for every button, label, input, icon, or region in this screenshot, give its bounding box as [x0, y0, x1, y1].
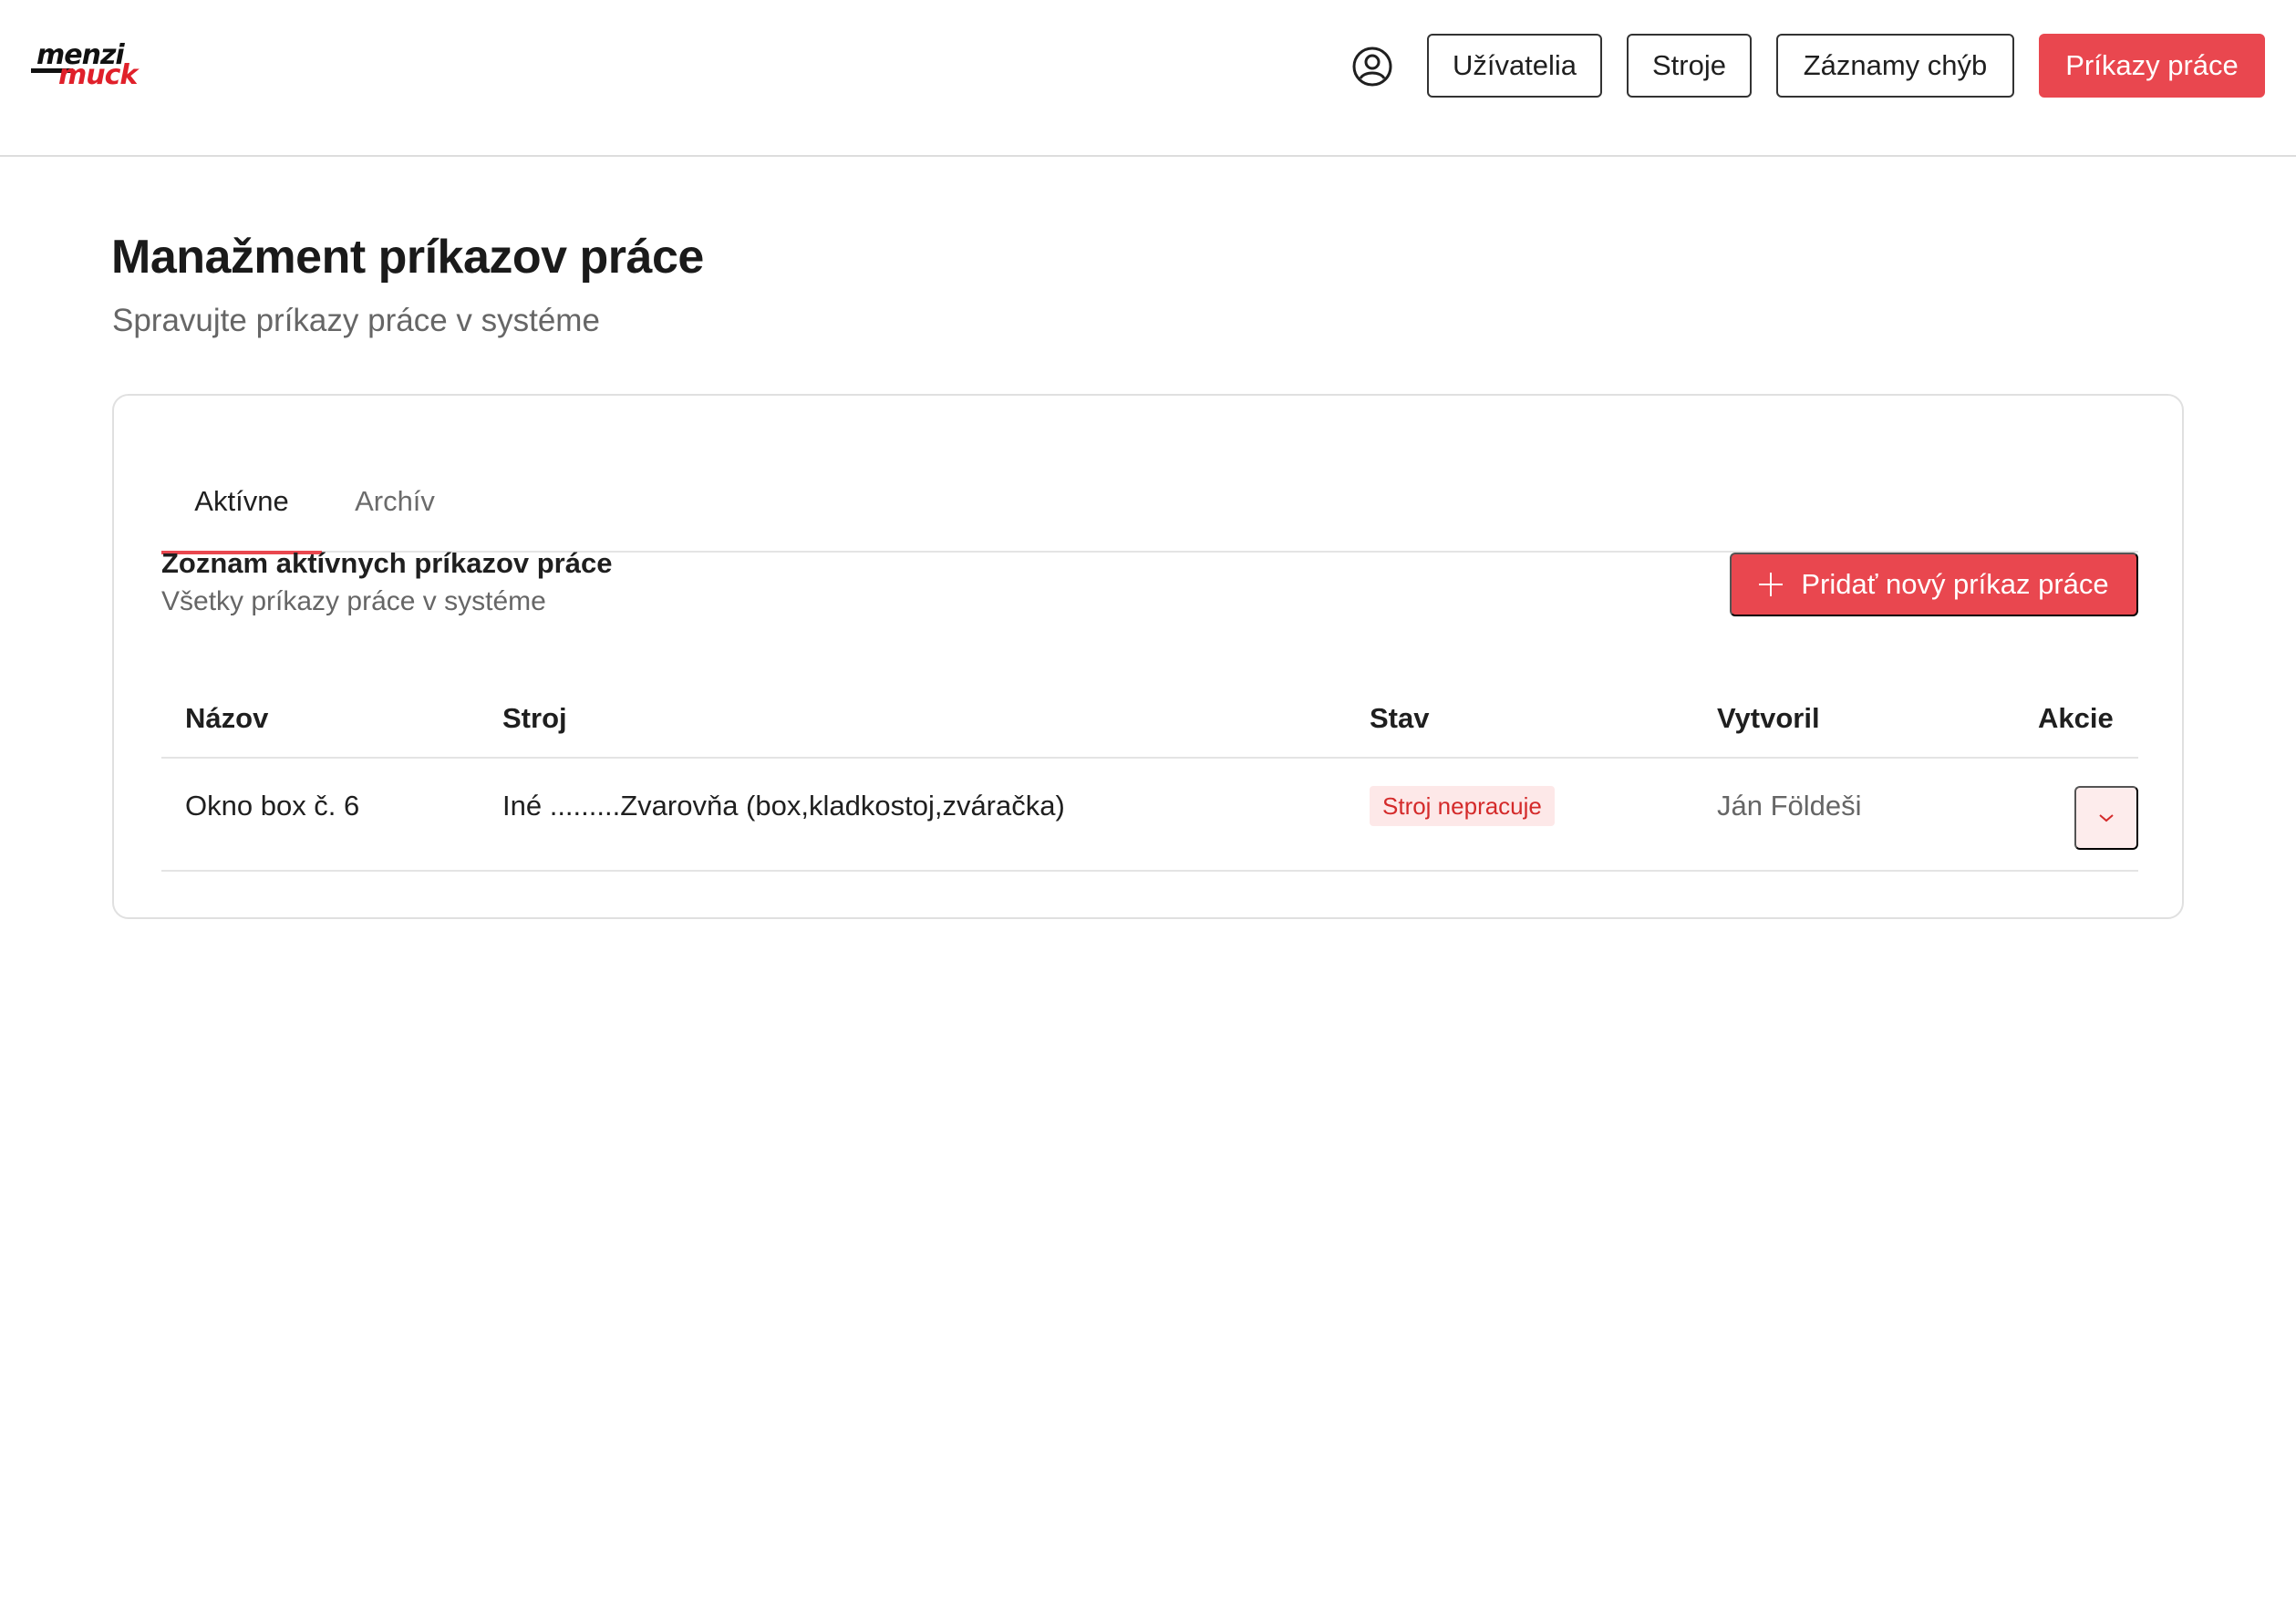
nav-machines-button[interactable]: Stroje — [1627, 34, 1752, 98]
table-row[interactable]: Okno box č. 6 Iné .........Zvarovňa (box… — [161, 759, 2138, 872]
list-title: Zoznam aktívnych príkazov práce — [161, 547, 613, 579]
work-orders-table: Názov Stroj Stav Vytvoril Akcie Okno box… — [161, 678, 2138, 872]
list-subtitle: Všetky príkazy práce v systéme — [161, 586, 546, 616]
top-navbar: menzi muck Užívatelia Stroje Záznamy chý… — [0, 0, 2296, 157]
user-circle-icon[interactable] — [1351, 46, 1393, 88]
tab-archive[interactable]: Archív — [322, 450, 468, 553]
tab-active[interactable]: Aktívne — [161, 450, 322, 554]
nav-work-orders-button[interactable]: Príkazy práce — [2039, 34, 2265, 98]
cell-created-by: Ján Földeši — [1717, 790, 1862, 822]
column-header-created-by: Vytvoril — [1717, 702, 1820, 734]
work-orders-card: Aktívne Archív Zoznam aktívnych príkazov… — [112, 394, 2184, 919]
plus-icon — [1759, 573, 1784, 596]
column-header-machine: Stroj — [502, 702, 567, 734]
status-badge: Stroj nepracuje — [1370, 786, 1555, 826]
add-work-order-label: Pridať nový príkaz práce — [1801, 568, 2109, 600]
cell-machine: Iné .........Zvarovňa (box,kladkostoj,zv… — [502, 790, 1065, 822]
menzi-muck-logo[interactable]: menzi muck — [31, 42, 150, 93]
cell-status: Stroj nepracuje — [1370, 759, 1555, 853]
cell-name: Okno box č. 6 — [185, 790, 360, 822]
column-header-actions: Akcie — [2038, 702, 2114, 734]
column-header-status: Stav — [1370, 702, 1430, 734]
table-header: Názov Stroj Stav Vytvoril Akcie — [161, 678, 2138, 759]
column-header-name: Názov — [185, 702, 269, 734]
chevron-down-icon — [2099, 814, 2114, 822]
add-work-order-button[interactable]: Pridať nový príkaz práce — [1730, 553, 2138, 616]
logo-text-bottom: muck — [58, 59, 138, 91]
tab-bar: Aktívne Archív — [161, 450, 2138, 554]
page-title: Manažment príkazov práce — [111, 231, 704, 284]
nav-error-logs-button[interactable]: Záznamy chýb — [1776, 34, 2014, 98]
page-subtitle: Spravujte príkazy práce v systéme — [112, 303, 600, 338]
nav-users-button[interactable]: Užívatelia — [1427, 34, 1602, 98]
row-actions-button[interactable] — [2074, 786, 2138, 850]
tab-archive-label: Archív — [355, 485, 435, 517]
tab-active-label: Aktívne — [194, 485, 289, 517]
